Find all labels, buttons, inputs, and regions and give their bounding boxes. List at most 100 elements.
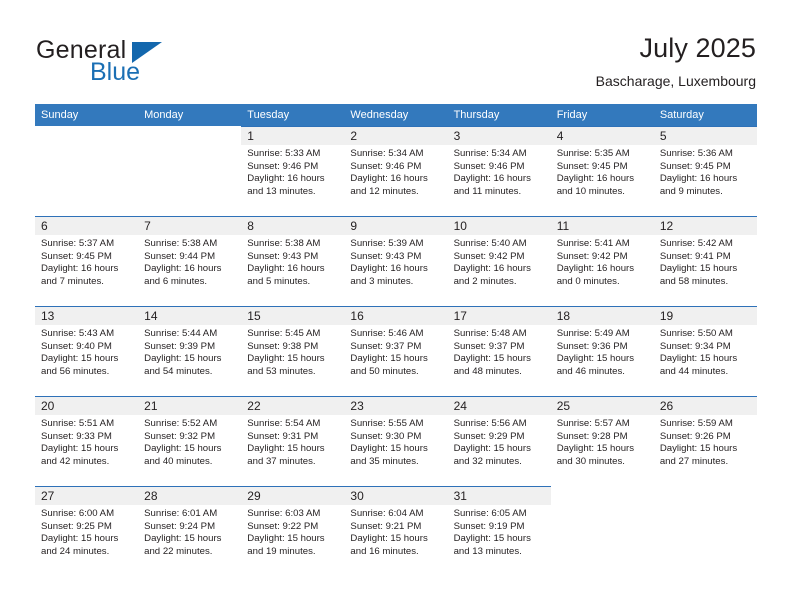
day-cell[interactable]: 2 Sunrise: 5:34 AM Sunset: 9:46 PM Daylight… xyxy=(344,126,448,216)
day-number: 22 xyxy=(247,399,261,413)
day-cell[interactable]: 17 Sunrise: 5:48 AM Sunset: 9:37 PM Dayligh… xyxy=(447,306,551,396)
day-number-band xyxy=(654,486,757,505)
daylight-text-line1: Daylight: 16 hours xyxy=(556,173,635,185)
sunrise-text: Sunrise: 5:41 AM xyxy=(556,238,630,249)
daylight-text-line1: Daylight: 15 hours xyxy=(144,443,222,455)
sunrise-text: Sunrise: 5:37 AM xyxy=(41,238,115,249)
weekday-header-monday: Monday xyxy=(144,109,184,121)
day-number: 8 xyxy=(247,219,254,233)
sunset-text: Sunset: 9:40 PM xyxy=(41,340,112,352)
weekday-header-row: Sunday Monday Tuesday Wednesday Thursday Frid… xyxy=(35,104,757,126)
day-cell[interactable]: 31 Sunrise: 6:05 AM Sunset: 9:19 PM Dayligh… xyxy=(447,486,551,576)
day-cell[interactable]: 25 Sunrise: 5:57 AM Sunset: 9:28 PM Dayligh… xyxy=(550,396,654,486)
sunrise-text: Sunrise: 5:44 AM xyxy=(144,328,218,339)
daylight-text-line2: and 54 minutes. xyxy=(144,365,213,377)
day-number: 31 xyxy=(453,489,467,503)
day-cell[interactable]: 26 Sunrise: 5:59 AM Sunset: 9:26 PM Dayligh… xyxy=(653,396,757,486)
calendar-week-row: 1 Sunrise: 5:33 AM Sunset: 9:46 PM Daylight… xyxy=(35,126,757,216)
day-cell[interactable]: 19 Sunrise: 5:50 AM Sunset: 9:34 PM Dayligh… xyxy=(653,306,757,396)
day-number: 5 xyxy=(659,129,667,143)
day-cell[interactable]: 7 Sunrise: 5:38 AM Sunset: 9:44 PM Daylight… xyxy=(138,216,242,306)
day-details: Sunrise: 5:57 AM Sunset: 9:28 PM Daylight:… xyxy=(551,415,654,468)
day-cell[interactable]: 3 Sunrise: 5:34 AM Sunset: 9:46 PM Daylight… xyxy=(447,126,551,216)
daylight-text-line1: Daylight: 15 hours xyxy=(247,443,325,455)
day-cell[interactable]: 4 Sunrise: 5:35 AM Sunset: 9:45 PM Daylight… xyxy=(550,126,654,216)
day-cell[interactable]: 1 Sunrise: 5:33 AM Sunset: 9:46 PM Daylight… xyxy=(241,126,345,216)
sunrise-text: Sunrise: 5:49 AM xyxy=(556,328,630,339)
day-cell[interactable]: 6 Sunrise: 5:37 AM Sunset: 9:45 PM Daylight… xyxy=(35,216,139,306)
daylight-text-line2: and 42 minutes. xyxy=(41,455,110,467)
title-block: July 2025 Bascharage, Luxembourg xyxy=(596,32,756,90)
day-cell[interactable]: 5 Sunrise: 5:36 AM Sunset: 9:45 PM Daylight… xyxy=(653,126,757,216)
sunrise-text: Sunrise: 5:38 AM xyxy=(144,238,218,249)
day-number-band: 21 xyxy=(138,396,242,415)
day-cell[interactable]: 15 Sunrise: 5:45 AM Sunset: 9:38 PM Dayligh… xyxy=(241,306,345,396)
day-cell[interactable]: 11 Sunrise: 5:41 AM Sunset: 9:42 PM Dayligh… xyxy=(550,216,654,306)
daylight-text-line1: Daylight: 16 hours xyxy=(556,263,635,275)
day-details: Sunrise: 6:03 AM Sunset: 9:22 PM Daylight:… xyxy=(241,505,344,558)
daylight-text-line1: Daylight: 15 hours xyxy=(453,443,531,455)
sunset-text: Sunset: 9:24 PM xyxy=(144,520,216,532)
sunset-text: Sunset: 9:28 PM xyxy=(556,430,628,442)
day-cell[interactable]: 21 Sunrise: 5:52 AM Sunset: 9:32 PM Dayligh… xyxy=(138,396,242,486)
day-cell[interactable]: 13 Sunrise: 5:43 AM Sunset: 9:40 PM Dayligh… xyxy=(35,306,139,396)
day-cell[interactable]: 20 Sunrise: 5:51 AM Sunset: 9:33 PM Dayligh… xyxy=(35,396,139,486)
day-cell[interactable]: 18 Sunrise: 5:49 AM Sunset: 9:36 PM Dayligh… xyxy=(550,306,654,396)
day-details: Sunrise: 5:37 AM Sunset: 9:45 PM Daylight:… xyxy=(35,235,138,288)
day-cell[interactable]: 16 Sunrise: 5:46 AM Sunset: 9:37 PM Dayligh… xyxy=(344,306,448,396)
day-number-band xyxy=(551,486,654,505)
page-header: General Blue July 2025 Bascharage, Luxem… xyxy=(0,0,792,104)
daylight-text-line1: Daylight: 16 hours xyxy=(453,263,531,275)
day-number: 14 xyxy=(144,309,158,323)
page-title: July 2025 xyxy=(639,33,756,63)
day-cell-empty xyxy=(550,486,654,576)
day-cell[interactable]: 12 Sunrise: 5:42 AM Sunset: 9:41 PM Dayligh… xyxy=(653,216,757,306)
calendar-week-row: 20 Sunrise: 5:51 AM Sunset: 9:33 PM Dayligh… xyxy=(35,396,757,486)
daylight-text-line2: and 0 minutes. xyxy=(556,275,620,287)
day-cell[interactable]: 14 Sunrise: 5:44 AM Sunset: 9:39 PM Dayligh… xyxy=(138,306,242,396)
sunrise-text: Sunrise: 5:55 AM xyxy=(350,418,424,429)
day-details: Sunrise: 5:35 AM Sunset: 9:45 PM Daylight:… xyxy=(551,145,654,198)
day-number: 7 xyxy=(144,219,151,233)
day-number-band: 28 xyxy=(138,486,242,505)
daylight-text-line1: Daylight: 15 hours xyxy=(350,533,428,545)
day-cell-empty xyxy=(138,126,242,216)
daylight-text-line2: and 32 minutes. xyxy=(453,455,522,467)
day-details: Sunrise: 5:43 AM Sunset: 9:40 PM Daylight:… xyxy=(35,325,138,378)
daylight-text-line2: and 19 minutes. xyxy=(247,545,316,557)
day-details: Sunrise: 5:33 AM Sunset: 9:46 PM Daylight:… xyxy=(241,145,344,198)
day-cell[interactable]: 8 Sunrise: 5:38 AM Sunset: 9:43 PM Daylight… xyxy=(241,216,345,306)
day-number-band: 22 xyxy=(241,396,345,415)
day-number: 13 xyxy=(41,309,55,323)
day-number: 17 xyxy=(453,309,467,323)
daylight-text-line1: Daylight: 16 hours xyxy=(659,173,738,185)
day-cell[interactable]: 24 Sunrise: 5:56 AM Sunset: 9:29 PM Dayligh… xyxy=(447,396,551,486)
daylight-text-line2: and 11 minutes. xyxy=(453,185,522,197)
day-cell[interactable]: 9 Sunrise: 5:39 AM Sunset: 9:43 PM Daylight… xyxy=(344,216,448,306)
day-number: 3 xyxy=(453,129,461,143)
sunset-text: Sunset: 9:25 PM xyxy=(41,520,112,532)
day-number: 21 xyxy=(144,399,158,413)
daylight-text-line1: Daylight: 15 hours xyxy=(41,443,119,455)
day-cell[interactable]: 29 Sunrise: 6:03 AM Sunset: 9:22 PM Dayligh… xyxy=(241,486,345,576)
day-number-band: 1 xyxy=(241,126,345,145)
daylight-text-line1: Daylight: 15 hours xyxy=(350,443,428,455)
daylight-text-line2: and 58 minutes. xyxy=(659,275,729,287)
day-cell[interactable]: 27 Sunrise: 6:00 AM Sunset: 9:25 PM Dayligh… xyxy=(35,486,139,576)
sunset-text: Sunset: 9:33 PM xyxy=(41,430,112,442)
day-number-band: 14 xyxy=(138,306,242,325)
day-number: 19 xyxy=(659,309,674,323)
day-number-band xyxy=(35,126,138,145)
daylight-text-line2: and 16 minutes. xyxy=(350,545,419,557)
day-cell[interactable]: 22 Sunrise: 5:54 AM Sunset: 9:31 PM Dayligh… xyxy=(241,396,345,486)
general-blue-logo: General Blue xyxy=(36,36,236,90)
day-cell[interactable]: 23 Sunrise: 5:55 AM Sunset: 9:30 PM Dayligh… xyxy=(344,396,448,486)
day-cell[interactable]: 10 Sunrise: 5:40 AM Sunset: 9:42 PM Dayligh… xyxy=(447,216,551,306)
sunrise-text: Sunrise: 5:34 AM xyxy=(350,148,424,159)
day-cell[interactable]: 28 Sunrise: 6:01 AM Sunset: 9:24 PM Dayligh… xyxy=(138,486,242,576)
day-cell[interactable]: 30 Sunrise: 6:04 AM Sunset: 9:21 PM Dayligh… xyxy=(344,486,448,576)
calendar-week-row: 27 Sunrise: 6:00 AM Sunset: 9:25 PM Dayligh… xyxy=(35,486,757,576)
day-number-band: 9 xyxy=(344,216,448,235)
daylight-text-line1: Daylight: 15 hours xyxy=(659,353,738,365)
day-number: 10 xyxy=(453,219,467,233)
